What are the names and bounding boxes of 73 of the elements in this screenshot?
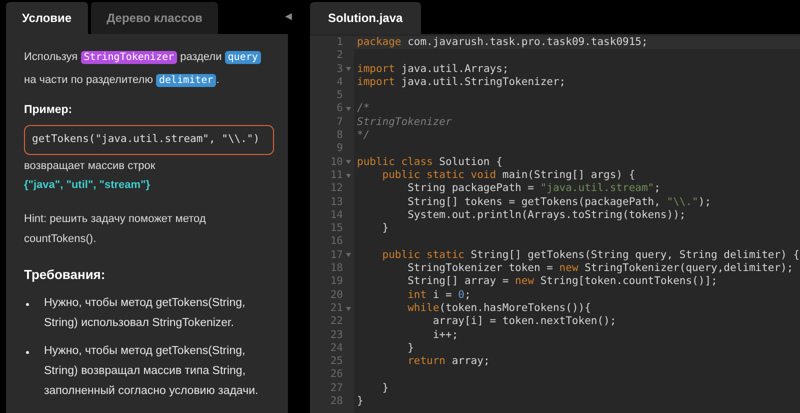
code-line: } — [406, 342, 414, 354]
example-code-box: getTokens("java.util.stream", "\\.") — [24, 125, 274, 155]
line-number: 11 — [330, 168, 343, 182]
line-number: 20 — [330, 288, 343, 302]
code-line: String[] tokens = getTokens(packagePath, "\\."); — [406, 196, 712, 208]
line-number: 17 — [330, 248, 343, 262]
code-line: } — [381, 382, 389, 394]
code-line: public static void main(String[] args) { — [381, 168, 636, 181]
bullet-icon — [26, 350, 29, 354]
fold-arrow-icon[interactable] — [346, 160, 350, 164]
code-line: while(token.hasMoreTokens()){ — [406, 302, 591, 314]
code-line: StringTokenizer token = new StringTokenizer(query,delimiter); — [406, 262, 794, 274]
line-number: 12 — [330, 182, 343, 196]
fold-arrow-icon[interactable] — [346, 306, 350, 311]
line-number: 4 — [336, 76, 343, 90]
line-number: 3 — [336, 62, 343, 76]
panel-tab[interactable]: Условие — [6, 2, 88, 34]
line-number: 13 — [330, 196, 343, 209]
line-number: 16 — [330, 235, 343, 249]
line-number: 9 — [336, 142, 343, 156]
line-number: 18 — [330, 262, 343, 276]
code-line: } — [381, 222, 389, 234]
line-number: 19 — [330, 275, 343, 289]
code-editor[interactable] — [310, 34, 800, 413]
line-number: 10 — [330, 156, 343, 169]
line-number: 26 — [330, 368, 343, 382]
panel-tab[interactable]: Дерево классов — [90, 2, 218, 34]
code-line: System.out.println(Arrays.toString(tokens)); — [406, 208, 686, 221]
example-result-text: {"java", "util", "stream"} — [24, 178, 152, 192]
code-line: */ — [357, 129, 370, 142]
code-line: package com.javarush.task.pro.task09.task0915; — [357, 36, 648, 48]
code-line: String packagePath = "java.util.stream"; — [406, 182, 660, 194]
fold-arrow-icon[interactable] — [346, 253, 350, 258]
line-number: 8 — [336, 129, 343, 142]
line-number: 25 — [330, 355, 343, 368]
line-number: 21 — [330, 302, 343, 316]
line-number: 24 — [330, 342, 343, 356]
file-tab[interactable]: Solution.java — [310, 2, 421, 34]
fold-arrow-icon[interactable] — [346, 67, 350, 72]
code-line: public static String[] getTokens(String query, String delimiter) { — [381, 248, 800, 261]
code-line: import java.util.Arrays; — [357, 62, 509, 75]
description-text: Используя StringTokenizer раздели query на части по разделителю delimiter . — [24, 46, 270, 92]
requirement-text: Нужно, чтобы метод getTokens(String, String) использовал StringTokenizer. — [44, 296, 246, 330]
example-returns-text: возвращает массив строк — [24, 159, 156, 174]
example-heading: Пример: — [24, 103, 74, 118]
line-number: 23 — [330, 328, 343, 342]
line-number: 7 — [336, 116, 343, 130]
code-line: StringTokenizer — [357, 116, 452, 128]
bullet-icon — [26, 302, 29, 306]
code-line: return array; — [406, 355, 490, 368]
collapse-button[interactable]: ◀ — [285, 12, 292, 21]
line-number: 27 — [330, 382, 343, 396]
line-number: 14 — [330, 208, 343, 222]
fold-arrow-icon[interactable] — [346, 107, 350, 112]
requirements-heading: Требования: — [24, 266, 106, 284]
line-number: 5 — [336, 89, 343, 102]
code-line: public class Solution { — [357, 156, 502, 168]
line-number: 28 — [330, 395, 343, 408]
code-line: import java.util.StringTokenizer; — [357, 76, 566, 88]
fold-arrow-icon[interactable] — [346, 174, 350, 178]
line-number: 2 — [336, 49, 343, 63]
code-line: /* — [357, 102, 370, 114]
code-line: array[i] = token.nextToken(); — [432, 315, 616, 328]
code-line: int i = 0; — [406, 288, 471, 301]
code-line: i++; — [432, 328, 458, 341]
line-number: 22 — [330, 315, 343, 329]
line-number: 6 — [336, 102, 343, 116]
hint-text: Hint: решить задачу поможет метод countTokens(). — [24, 212, 207, 247]
line-number: 1 — [336, 36, 343, 50]
requirement-text: Нужно, чтобы метод getTokens(String, String) возвращал массив типа String, заполненный согласно условию задачи. — [44, 344, 260, 398]
line-number: 15 — [330, 222, 343, 236]
code-line: String[] array = new String[token.countTokens()]; — [406, 275, 718, 288]
code-line: } — [357, 395, 364, 408]
